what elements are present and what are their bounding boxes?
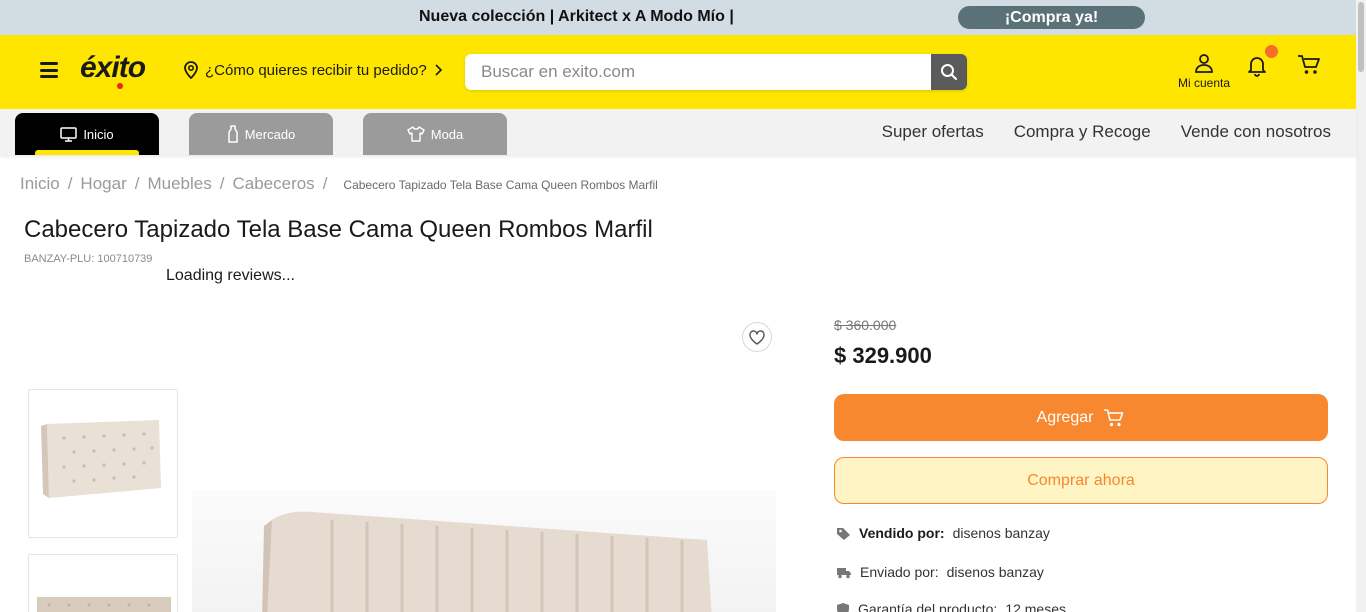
site-header: éxito ¿Cómo quieres recibir tu pedido? M… (0, 35, 1356, 109)
scrollbar-thumb[interactable] (1358, 2, 1364, 72)
promo-bar: Nueva colección | Arkitect x A Modo Mío … (0, 0, 1366, 35)
sold-by-row: Vendido por: disenos banzay (836, 525, 1050, 541)
tab-inicio[interactable]: Inicio (15, 113, 159, 155)
tab-label: Inicio (83, 126, 114, 142)
warranty-row: Garantía del producto: 12 meses (836, 601, 1066, 612)
bottle-icon (227, 125, 238, 143)
page-scrollbar[interactable] (1356, 0, 1366, 612)
tag-icon (837, 527, 850, 540)
search-icon (941, 64, 958, 81)
location-prompt: ¿Cómo quieres recibir tu pedido? (205, 61, 427, 79)
product-thumbnail[interactable] (28, 389, 178, 538)
nav-link-compra-y-recoge[interactable]: Compra y Recoge (1014, 122, 1151, 142)
breadcrumb-separator: / (219, 174, 225, 193)
delivery-location-selector[interactable]: ¿Cómo quieres recibir tu pedido? (183, 61, 443, 79)
tab-moda[interactable]: Moda (363, 113, 507, 155)
headboard-image (262, 511, 712, 612)
buy-now-button[interactable]: Comprar ahora (834, 457, 1328, 504)
search-bar (465, 54, 967, 90)
menu-icon[interactable] (40, 62, 58, 78)
user-icon (1195, 54, 1213, 73)
exito-logo[interactable]: éxito (80, 51, 146, 85)
promo-text: Nueva colección | Arkitect x A Modo Mío … (419, 8, 734, 25)
add-to-cart-label: Agregar (1036, 408, 1094, 426)
breadcrumb-item-hogar[interactable]: Hogar (80, 174, 126, 194)
old-price: $ 360.000 (834, 317, 897, 333)
account-label: Mi cuenta (1177, 76, 1231, 90)
shield-icon (837, 602, 849, 612)
favorite-button[interactable] (742, 322, 772, 352)
shipped-by-label: Enviado por: (860, 564, 939, 580)
cart-icon (1298, 55, 1320, 74)
warranty-label: Garantía del producto: (858, 601, 998, 612)
breadcrumb-item-muebles[interactable]: Muebles (147, 174, 211, 194)
breadcrumb-item-cabeceros[interactable]: Cabeceros (232, 174, 314, 194)
sold-by-value[interactable]: disenos banzay (953, 525, 1050, 541)
tab-mercado[interactable]: Mercado (189, 113, 333, 155)
bell-icon (1248, 57, 1266, 77)
breadcrumb-item-inicio[interactable]: Inicio (20, 174, 60, 194)
reviews-status: Loading reviews... (166, 267, 295, 284)
shipped-by-row: Enviado por: disenos banzay (836, 564, 1044, 580)
product-thumbnail[interactable] (28, 554, 178, 612)
logo-dot (117, 83, 123, 89)
heart-icon (749, 329, 765, 345)
account-button[interactable]: Mi cuenta (1172, 53, 1236, 90)
notifications-button[interactable] (1245, 53, 1269, 82)
warranty-value: 12 meses (1005, 601, 1067, 612)
headboard-image (41, 420, 161, 498)
shirt-icon (407, 126, 425, 142)
tab-label: Mercado (244, 126, 296, 142)
nav-link-super-ofertas[interactable]: Super ofertas (882, 122, 984, 142)
notification-badge (1265, 45, 1278, 58)
add-to-cart-button[interactable]: Agregar (834, 394, 1328, 441)
headboard-image (37, 597, 171, 612)
promo-cta-button[interactable]: ¡Compra ya! (958, 6, 1145, 29)
product-sku: BANZAY-PLU: 100710739 (24, 253, 153, 265)
current-price: $ 329.900 (834, 343, 932, 368)
active-tab-indicator (35, 150, 139, 155)
search-input[interactable] (465, 54, 931, 90)
breadcrumb-separator: / (134, 174, 140, 193)
category-nav: Inicio Mercado Moda Super ofertas Compra… (0, 109, 1356, 155)
chevron-right-icon (435, 64, 442, 76)
cart-icon (1104, 408, 1124, 426)
tab-label: Moda (430, 126, 464, 142)
nav-link-vende-con-nosotros[interactable]: Vende con nosotros (1181, 122, 1331, 142)
shipped-by-value[interactable]: disenos banzay (947, 564, 1044, 580)
truck-icon (837, 567, 851, 578)
breadcrumb-separator: / (322, 174, 328, 193)
search-button[interactable] (931, 54, 967, 90)
sold-by-label: Vendido por: (859, 525, 945, 541)
breadcrumb-current: Cabecero Tapizado Tela Base Cama Queen R… (343, 178, 658, 192)
breadcrumb-separator: / (67, 174, 73, 193)
cart-button[interactable] (1297, 54, 1321, 81)
nav-links: Super ofertas Compra y Recoge Vende con … (882, 122, 1331, 142)
monitor-icon (60, 126, 78, 142)
product-main-image[interactable] (192, 490, 776, 612)
product-title: Cabecero Tapizado Tela Base Cama Queen R… (24, 216, 653, 243)
breadcrumb: Inicio / Hogar / Muebles / Cabeceros / C… (20, 174, 658, 194)
location-pin-icon (184, 61, 198, 79)
